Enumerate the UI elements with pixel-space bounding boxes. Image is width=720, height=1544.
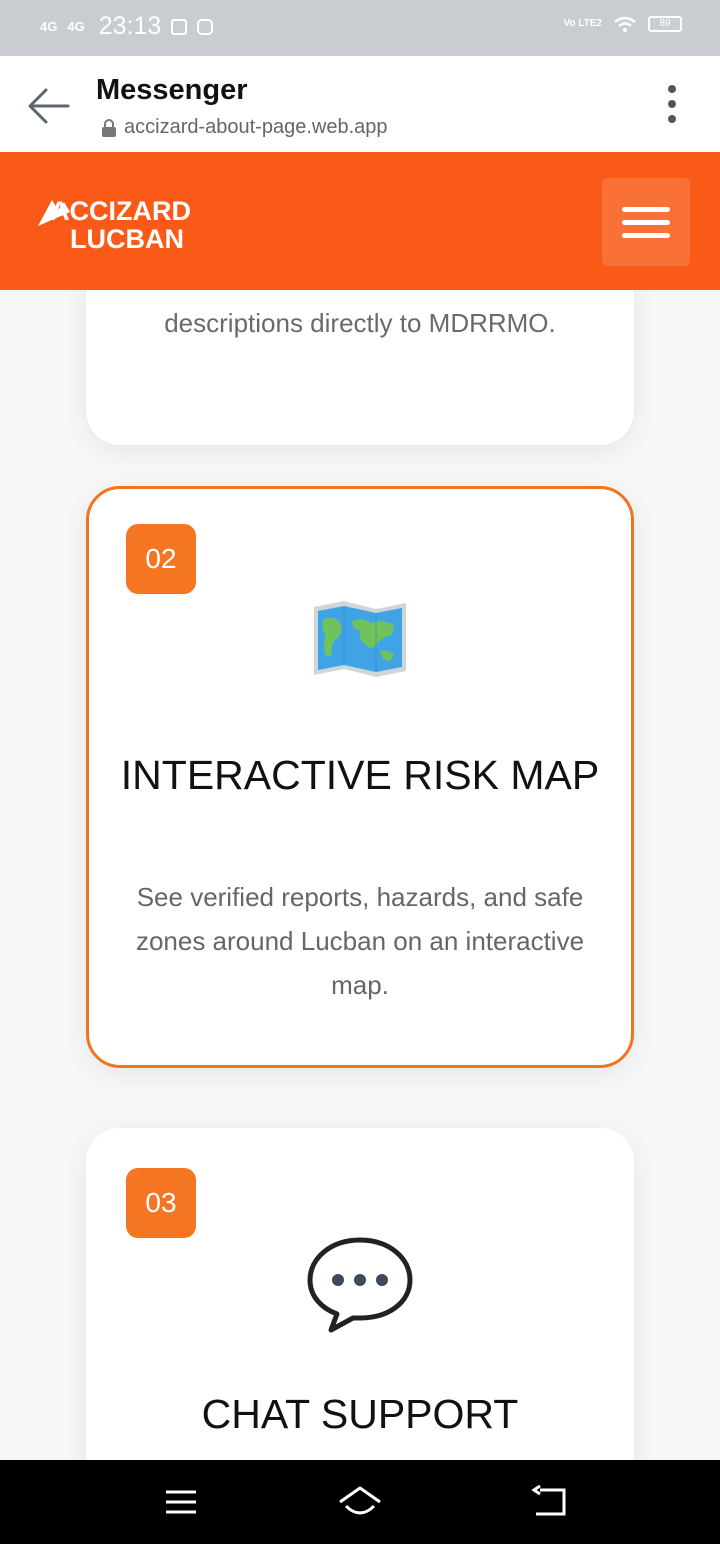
back-arrow-icon[interactable] — [24, 82, 72, 130]
browser-url[interactable]: accizard-about-page.web.app — [100, 116, 388, 139]
clock: 23:13 — [98, 12, 162, 40]
browser-title: Messenger — [96, 74, 248, 106]
svg-text:LUCBAN: LUCBAN — [70, 224, 184, 254]
feature-card-01: descriptions directly to MDRRMO. — [86, 290, 634, 445]
status-bar: 4G 4G 23:13 Vo LTE2 89 — [0, 0, 720, 56]
signal-icon-1: 4G — [40, 18, 58, 34]
feature-description: See verified reports, hazards, and safe … — [135, 882, 585, 1000]
hamburger-line — [622, 206, 670, 212]
wifi-icon — [614, 16, 636, 32]
back-icon[interactable] — [530, 1484, 570, 1520]
hamburger-line — [622, 219, 670, 225]
volte-indicator: Vo LTE2 — [563, 18, 602, 29]
in-app-browser-bar: Messenger accizard-about-page.web.app — [0, 56, 720, 152]
world-map-icon — [314, 601, 406, 677]
feature-title: CHAT SUPPORT — [201, 1391, 519, 1437]
notification-icon — [171, 18, 188, 35]
url-text: accizard-about-page.web.app — [124, 116, 388, 138]
feature-card-03[interactable]: 03 CHAT SUPPORT — [86, 1128, 634, 1460]
svg-text:ACCIZARD: ACCIZARD — [50, 196, 191, 226]
battery-indicator: 89 — [648, 16, 682, 32]
feature-description: descriptions directly to MDRRMO. — [164, 308, 556, 338]
feature-card-02[interactable]: 02 INTERACTIVE RISK MAP See verified rep… — [86, 486, 634, 1068]
feature-title: INTERACTIVE RISK MAP — [120, 752, 600, 798]
instagram-icon — [197, 18, 214, 35]
feature-number-badge: 03 — [126, 1168, 196, 1238]
site-header: ACCIZARD LUCBAN — [0, 152, 720, 290]
page-content[interactable]: descriptions directly to MDRRMO. 02 INTE… — [0, 290, 720, 1460]
feature-number-badge: 02 — [126, 524, 196, 594]
speech-balloon-icon — [307, 1237, 413, 1333]
lock-icon — [102, 118, 116, 137]
accizard-lucban-logo[interactable]: ACCIZARD LUCBAN — [38, 186, 228, 258]
hamburger-line — [622, 232, 670, 238]
home-icon[interactable] — [336, 1484, 384, 1520]
more-options-icon[interactable] — [666, 84, 678, 124]
hamburger-menu-button[interactable] — [602, 178, 690, 266]
system-navigation-bar — [0, 1460, 720, 1544]
signal-icon-2: 4G — [67, 18, 85, 34]
menu-icon[interactable] — [163, 1484, 199, 1520]
